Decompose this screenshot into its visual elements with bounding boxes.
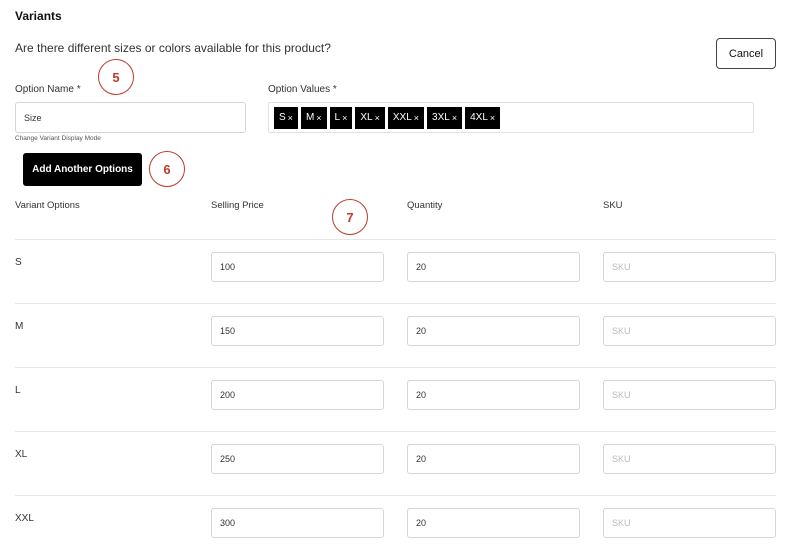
option-values-field[interactable]: S × M × L × XL × XXL × 3XL × 4XL ×: [268, 102, 754, 133]
option-name-label: Option Name *: [15, 84, 81, 95]
remove-icon[interactable]: ×: [316, 113, 321, 123]
table-divider: [15, 367, 776, 368]
annotation-marker: 6: [149, 151, 185, 187]
sku-input[interactable]: [603, 508, 776, 538]
sku-input[interactable]: [603, 316, 776, 346]
row-variant-label: M: [15, 321, 24, 332]
row-variant-label: XXL: [15, 513, 34, 524]
cancel-button[interactable]: Cancel: [716, 38, 776, 69]
selling-price-input[interactable]: [211, 508, 384, 538]
remove-icon[interactable]: ×: [288, 113, 293, 123]
quantity-input[interactable]: [407, 444, 580, 474]
table-divider: [15, 239, 776, 240]
selling-price-input[interactable]: [211, 444, 384, 474]
value-chip[interactable]: M ×: [300, 106, 327, 129]
row-variant-label: S: [15, 257, 22, 268]
column-header-selling-price: Selling Price: [211, 200, 264, 211]
row-variant-label: XL: [15, 449, 28, 460]
value-chip[interactable]: XL ×: [355, 106, 385, 129]
option-values-label: Option Values *: [268, 84, 337, 95]
table-divider: [15, 303, 776, 304]
column-header-quantity: Quantity: [407, 200, 443, 211]
quantity-input[interactable]: [407, 508, 580, 538]
selling-price-input[interactable]: [211, 380, 384, 410]
remove-icon[interactable]: ×: [414, 113, 419, 123]
annotation-marker: 7: [332, 199, 368, 235]
variants-question: Are there different sizes or colors avai…: [15, 41, 331, 55]
value-chip[interactable]: L ×: [329, 106, 353, 129]
table-divider: [15, 495, 776, 496]
remove-icon[interactable]: ×: [490, 113, 495, 123]
value-chip[interactable]: 4XL ×: [465, 106, 501, 129]
row-variant-label: L: [15, 385, 21, 396]
quantity-input[interactable]: [407, 316, 580, 346]
remove-icon[interactable]: ×: [342, 113, 347, 123]
quantity-input[interactable]: [407, 380, 580, 410]
section-title: Variants: [15, 9, 62, 23]
column-header-sku: SKU: [603, 200, 623, 211]
remove-icon[interactable]: ×: [375, 113, 380, 123]
column-header-variant-options: Variant Options: [15, 200, 80, 211]
quantity-input[interactable]: [407, 252, 580, 282]
change-display-mode-link[interactable]: Change Variant Display Mode: [15, 135, 101, 142]
value-chip[interactable]: XXL ×: [387, 106, 425, 129]
sku-input[interactable]: [603, 252, 776, 282]
remove-icon[interactable]: ×: [452, 113, 457, 123]
sku-input[interactable]: [603, 444, 776, 474]
selling-price-input[interactable]: [211, 316, 384, 346]
option-name-input[interactable]: [15, 102, 246, 133]
sku-input[interactable]: [603, 380, 776, 410]
selling-price-input[interactable]: [211, 252, 384, 282]
value-chip[interactable]: S ×: [274, 106, 298, 129]
value-chip[interactable]: 3XL ×: [427, 106, 463, 129]
table-divider: [15, 431, 776, 432]
add-another-options-button[interactable]: Add Another Options: [23, 153, 142, 186]
annotation-marker: 5: [98, 59, 134, 95]
